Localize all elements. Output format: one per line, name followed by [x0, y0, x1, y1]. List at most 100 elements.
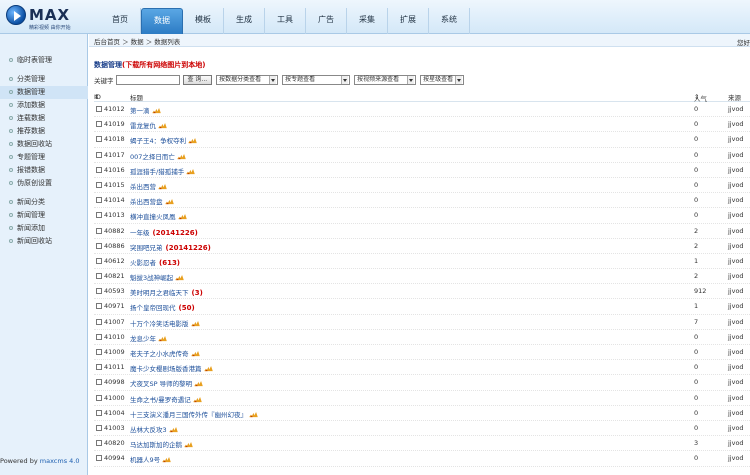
bullet-icon — [9, 77, 13, 81]
sidebar-item-news-3[interactable]: 新闻回收站 — [0, 235, 88, 248]
table-row: 41018 蝎子王4：争权夺利 0 jjvod — [94, 132, 750, 148]
filter-select-0[interactable]: 按数据分类查看 — [216, 75, 279, 85]
filter-select-3[interactable]: 按星级查看 — [420, 75, 465, 85]
row-checkbox[interactable] — [96, 257, 102, 264]
row-title: 十万个冷笑话电影版 — [130, 318, 200, 328]
nav-item-5[interactable]: 广告 — [306, 8, 347, 34]
nav-item-7[interactable]: 扩展 — [388, 8, 429, 34]
nav-item-1[interactable]: 数据 — [141, 8, 183, 34]
row-checkbox[interactable] — [96, 394, 102, 401]
row-title-link[interactable]: 横冲直撞火凤凰 — [130, 213, 176, 221]
row-title-link[interactable]: 生命之书/曼罗奇遇记 — [130, 396, 191, 404]
row-checkbox[interactable] — [96, 349, 102, 355]
row-checkbox[interactable] — [96, 318, 102, 325]
row-title-link[interactable]: 突围吧兄弟 — [130, 244, 163, 252]
main-nav: 首页 数据 模板 生成 工具 广告 采集 扩展 系统 — [100, 8, 470, 34]
row-checkbox[interactable] — [96, 121, 102, 128]
sidebar-item-data-4[interactable]: 推荐数据 — [0, 125, 88, 138]
sidebar-item-top-0[interactable]: 临时表管理 — [0, 54, 88, 67]
nav-item-3[interactable]: 生成 — [224, 8, 265, 34]
row-checkbox[interactable] — [96, 333, 102, 340]
sidebar-item-data-3[interactable]: 连载数据 — [0, 112, 88, 125]
table-row: 40612 火影忍者 (613) 1 jjvod — [94, 254, 750, 270]
hot-icon — [175, 275, 184, 281]
sidebar-item-news-2[interactable]: 新闻添加 — [0, 222, 88, 235]
row-checkbox[interactable] — [96, 242, 102, 249]
sidebar-item-label: 伪原创设置 — [17, 179, 52, 187]
row-checkbox[interactable] — [96, 227, 102, 234]
sidebar-item-data-1[interactable]: 数据管理 — [0, 86, 88, 99]
row-checkbox[interactable] — [96, 181, 102, 188]
row-checkbox[interactable] — [96, 136, 102, 143]
sidebar-item-data-7[interactable]: 报错数据 — [0, 164, 88, 177]
row-id: 41003 — [104, 423, 125, 432]
nav-item-4[interactable]: 工具 — [265, 8, 306, 34]
row-checkbox[interactable] — [96, 364, 102, 371]
row-checkbox[interactable] — [96, 288, 102, 295]
row-checkbox[interactable] — [96, 273, 102, 280]
row-title-link[interactable]: 火影忍者 — [130, 259, 156, 267]
row-title: 雷龙复仇 — [130, 120, 167, 130]
nav-item-8[interactable]: 系统 — [429, 8, 470, 34]
row-title-link[interactable]: 龙息少年 — [130, 335, 156, 343]
page-title-text: 数据管理 — [94, 61, 122, 69]
row-title-link[interactable]: 机器人9号 — [130, 456, 160, 464]
row-checkbox[interactable] — [96, 455, 102, 462]
row-title-link[interactable]: 魁拔3战神崛起 — [130, 274, 173, 282]
row-title-link[interactable]: 第一滴 — [130, 107, 150, 115]
row-title-link[interactable]: 雷龙复仇 — [130, 122, 156, 130]
row-title-link[interactable]: 丛林大反攻3 — [130, 426, 167, 434]
row-checkbox[interactable] — [96, 151, 102, 158]
row-checkbox[interactable] — [96, 212, 102, 219]
sidebar-item-label: 新闻管理 — [17, 211, 45, 219]
row-title-link[interactable]: 一年级 — [130, 229, 150, 237]
row-title-link[interactable]: 杀出西营 — [130, 183, 156, 191]
row-title-link[interactable]: 007之择日而亡 — [130, 153, 175, 161]
sidebar-group-data: 分类管理 数据管理添加数据连载数据 推荐数据数据回收站专题管理报错数据伪原创设置 — [0, 73, 88, 190]
row-checkbox[interactable] — [96, 440, 102, 447]
sidebar-item-data-0[interactable]: 分类管理 — [0, 73, 88, 86]
row-checkbox[interactable] — [96, 409, 102, 416]
row-id: 41014 — [104, 196, 125, 205]
row-checkbox[interactable] — [96, 106, 102, 112]
sidebar-item-data-6[interactable]: 专题管理 — [0, 151, 88, 164]
sidebar-item-news-0[interactable]: 新闻分类 — [0, 196, 88, 209]
row-checkbox[interactable] — [96, 379, 102, 386]
hot-icon — [162, 457, 171, 463]
row-title-link[interactable]: 犬夜叉SP 导师的黎明 — [130, 380, 192, 388]
nav-item-6[interactable]: 采集 — [347, 8, 388, 34]
sidebar-item-data-8[interactable]: 伪原创设置 — [0, 177, 88, 190]
nav-item-2[interactable]: 模板 — [183, 8, 224, 34]
row-title-link[interactable]: 魔卡少女樱剧场版香港篇 — [130, 365, 202, 373]
sidebar-item-news-1[interactable]: 新闻管理 — [0, 209, 88, 222]
row-checkbox[interactable] — [96, 303, 102, 310]
row-title-link[interactable]: 马达加斯加的企鹅 — [130, 441, 182, 449]
row-title-link[interactable]: 十万个冷笑话电影版 — [130, 320, 189, 328]
keyword-input[interactable] — [115, 75, 180, 85]
sidebar-item-label: 添加数据 — [17, 101, 45, 109]
row-checkbox[interactable] — [96, 166, 102, 173]
hot-icon — [249, 411, 258, 418]
row-title-link[interactable]: 十三支演义潘月三国传外传『幽州幻夜』 — [130, 411, 247, 419]
filter-select-2[interactable]: 按视频来源查看 — [354, 75, 417, 85]
row-title-link[interactable]: 杀出西营盘 — [130, 198, 163, 206]
sidebar-item-data-2[interactable]: 添加数据 — [0, 99, 88, 112]
sidebar-item-label: 数据回收站 — [17, 140, 52, 148]
row-popularity: 0 — [694, 348, 699, 356]
download-images-link[interactable]: (下载所有网络图片到本地) — [122, 61, 205, 69]
row-title-link[interactable]: 老夫子之小水虎传奇 — [130, 350, 189, 358]
row-title-link[interactable]: 蝎子王4：争权夺利 — [130, 137, 186, 145]
row-title-link[interactable]: 美时明月之君临天下 — [130, 289, 189, 297]
sidebar-item-label: 报错数据 — [17, 166, 45, 174]
nav-item-0[interactable]: 首页 — [100, 8, 141, 34]
filter-select-1[interactable]: 按专题查看 — [282, 75, 351, 85]
row-title-link[interactable]: 扬个皇帝回现代 — [130, 304, 176, 312]
page-title: 数据管理(下载所有网络图片到本地) — [94, 60, 205, 70]
row-title-link[interactable]: 孤涯猎手/猎孤捕手 — [130, 168, 184, 176]
table-row: 41014 杀出西营盘 0 jjvod — [94, 193, 750, 209]
row-checkbox[interactable] — [96, 197, 102, 204]
maxcms-link[interactable]: maxcms 4.0 — [40, 457, 80, 465]
row-checkbox[interactable] — [96, 424, 102, 431]
query-button[interactable]: 查 询... — [182, 75, 213, 85]
sidebar-item-data-5[interactable]: 数据回收站 — [0, 138, 88, 151]
